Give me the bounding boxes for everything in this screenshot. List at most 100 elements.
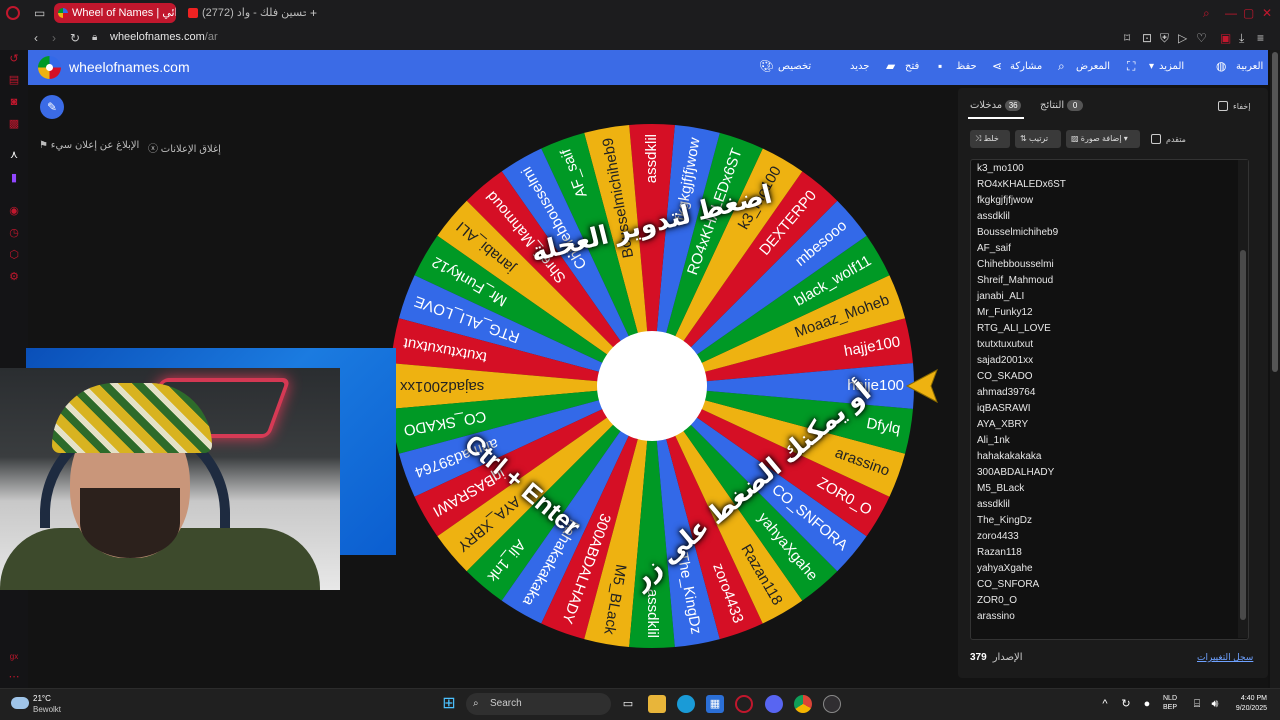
shuffle-button[interactable]: ⤨ خلط [970,130,1010,148]
entry-item[interactable]: janabi_ALI [977,289,1066,305]
weather-temperature[interactable]: 21°C [33,694,51,703]
site-logo-icon[interactable] [38,56,61,79]
entry-item[interactable]: AF_saif [977,241,1066,257]
entries-list[interactable]: k3_mo100 RO4xKHALEDx6ST fkgkgjfjfjwow assdk… [977,161,1066,625]
cloud-icon[interactable] [11,697,29,709]
entry-item[interactable]: zoro4433 [977,529,1066,545]
entry-item[interactable]: ahmad39764 [977,385,1066,401]
nav-gallery[interactable]: المعرض [1076,61,1110,72]
entry-item[interactable]: The_KingDz [977,513,1066,529]
cube-icon[interactable]: ⬡ [7,248,21,262]
url-field[interactable]: wheelofnames.com/ar [110,31,218,43]
changelog-link[interactable]: سجل التغييرات [1197,652,1253,663]
entry-item[interactable]: k3_mo100 [977,161,1066,177]
entry-item[interactable]: RTG_ALI_LOVE [977,321,1066,337]
entry-item[interactable]: txutxtuxutxut [977,337,1066,353]
opera-gx-icon[interactable] [735,695,753,713]
menu-icon[interactable]: ≡ [1257,31,1264,45]
play-circle-icon[interactable]: ◉ [7,204,21,218]
chrome-icon[interactable] [794,695,812,713]
discord-icon[interactable] [765,695,783,713]
search-tabs-icon[interactable]: ⌕ [1203,6,1210,20]
entry-item[interactable]: CO_SKADO [977,369,1066,385]
add-image-button[interactable]: ▨ إضافة صورة ▾ [1066,130,1140,148]
entry-item[interactable]: AYA_XBRY [977,417,1066,433]
entry-item[interactable]: yahyaXgahe [977,561,1066,577]
bookmark-icon[interactable]: ⌑ [1124,31,1130,45]
play-icon[interactable]: ▷ [1178,31,1187,45]
close-icon[interactable]: ✕ [1262,6,1272,20]
hide-checkbox[interactable] [1218,101,1228,111]
entry-item[interactable]: Shreif_Mahmoud [977,273,1066,289]
entry-item[interactable]: Razan118 [977,545,1066,561]
entry-item[interactable]: sajad2001xx [977,353,1066,369]
tray-chevron-icon[interactable]: ^ [1096,695,1114,713]
shield-icon[interactable]: ⛨ [1160,31,1169,45]
download-icon[interactable]: ⤓ [1239,31,1244,45]
system-clock[interactable]: 4:40 PM 9/20/2025 [1225,694,1267,714]
start-icon[interactable]: ⊞ [440,695,458,713]
language-indicator[interactable]: NLD BEP [1163,694,1177,712]
sort-button[interactable]: ⇅ ترتيب [1015,130,1061,148]
network-icon[interactable]: ⌸ [1188,695,1206,713]
ai-icon[interactable]: ⋏ [7,148,21,162]
tab-wheel-of-names[interactable]: Wheel of Names | عجلة عشوائي [54,3,176,23]
minimize-icon[interactable]: — [1225,6,1237,20]
store-icon[interactable]: ▦ [706,695,724,713]
entry-item[interactable]: Chihebbousselmi [977,257,1066,273]
tab-youtube[interactable]: (2772) حسين فلك - واد... [184,3,306,23]
volume-icon[interactable]: 🔊︎ [1206,695,1224,713]
file-explorer-icon[interactable] [648,695,666,713]
nav-language[interactable]: العربية [1236,61,1263,72]
entry-item[interactable]: M5_BLack [977,481,1066,497]
gx-icon[interactable]: gx [7,650,21,664]
nav-open[interactable]: فتح [905,61,919,72]
reload-icon[interactable]: ↻ [70,31,80,45]
tray-app-icon[interactable]: ↻ [1117,695,1135,713]
entry-item[interactable]: assdklil [977,497,1066,513]
advanced-checkbox[interactable] [1151,134,1161,144]
more-dots-icon[interactable]: ⋯ [7,670,21,684]
task-view-icon[interactable]: ▭ [619,695,637,713]
taskbar-search[interactable]: ⌕ Search [466,693,611,715]
chat-icon[interactable]: ▩ [7,117,21,131]
entry-item[interactable]: assdklil [977,209,1066,225]
entry-item[interactable]: fkgkgjfjfjwow [977,193,1066,209]
instagram-icon[interactable]: ◙ [7,95,21,109]
forward-icon[interactable]: › [52,31,56,45]
settings-icon[interactable]: ⚙ [7,270,21,284]
entry-item[interactable]: Ali_1nk [977,433,1066,449]
bag-icon[interactable]: ▤ [7,73,21,87]
edit-pencil-icon[interactable]: ✎ [40,95,64,119]
tab-entries[interactable]: مدخلات 36 [970,100,1024,111]
site-name[interactable]: wheelofnames.com [69,59,190,75]
history-icon[interactable]: ↺ [7,52,21,66]
entry-item[interactable]: 300ABDALHADY [977,465,1066,481]
nav-share[interactable]: مشاركة [1010,61,1042,72]
entry-item[interactable]: Mr_Funky12 [977,305,1066,321]
clock-icon[interactable]: ◷ [7,226,21,240]
weather-description[interactable]: Bewolkt [33,705,61,714]
entry-item[interactable]: ZOR0_O [977,593,1066,609]
microphone-icon[interactable]: ● [1138,695,1156,713]
maximize-icon[interactable]: ▢ [1243,6,1254,20]
twitch-icon[interactable]: ▮ [7,171,21,185]
nav-new[interactable]: جديد [850,61,869,72]
entry-item[interactable]: hahakakakaka [977,449,1066,465]
report-ad-link[interactable]: ⚑ الإبلاغ عن إعلان سيء [39,140,139,151]
workspace-icon[interactable]: ▭ [34,6,45,20]
entries-scrollbar-thumb[interactable] [1240,250,1246,620]
back-icon[interactable]: ‹ [34,31,38,45]
nav-customize[interactable]: تخصيص [778,61,811,72]
entry-item[interactable]: Bousselmichiheb9 [977,225,1066,241]
heart-icon[interactable]: ♡ [1196,31,1207,45]
obs-icon[interactable] [823,695,841,713]
snapshot-icon[interactable]: ⊡ [1142,31,1152,45]
page-scrollbar-thumb[interactable] [1272,52,1278,372]
close-ads-link[interactable]: ⓧ إغلاق الإعلانات [148,140,221,155]
opera-logo-icon[interactable] [6,6,20,20]
new-tab-icon[interactable]: + [310,6,317,20]
entry-item[interactable]: CO_SNFORA [977,577,1066,593]
entry-item[interactable]: arassino [977,609,1066,625]
tab-results[interactable]: النتائج 0 [1040,100,1086,111]
